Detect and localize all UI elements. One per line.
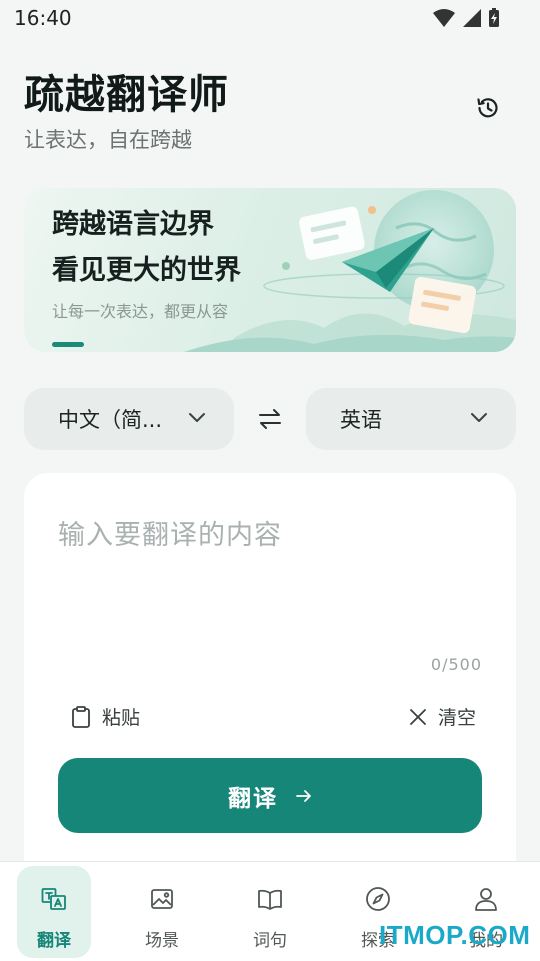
swap-arrows-icon: [259, 409, 281, 429]
nav-item-phrases[interactable]: 词句: [233, 866, 307, 958]
watermark: ITMOP.COM: [379, 920, 531, 950]
clear-label: 清空: [437, 707, 476, 729]
status-time: 16:40: [14, 6, 72, 30]
history-button[interactable]: [470, 90, 506, 126]
translate-button-label: 翻译: [228, 785, 278, 812]
promo-banner[interactable]: 跨越语言边界 看见更大的世界 让每一次表达，都更从容: [24, 188, 516, 352]
translation-input[interactable]: 输入要翻译的内容: [58, 513, 282, 552]
translate-button[interactable]: 翻译: [58, 758, 482, 833]
clear-button[interactable]: 清空: [408, 703, 476, 730]
banner-caption: 让每一次表达，都更从容: [52, 302, 229, 321]
banner-page-indicator: [52, 342, 84, 347]
app-title: 疏越翻译师: [24, 72, 229, 118]
translate-icon: [41, 888, 66, 910]
book-icon: [258, 889, 282, 910]
nav-item-scene[interactable]: 场景: [125, 866, 199, 958]
close-icon: [410, 708, 426, 725]
status-icons: [432, 8, 500, 28]
arrow-right-icon: [296, 789, 311, 802]
nav-label-scene: 场景: [145, 931, 179, 951]
banner-title-line2: 看见更大的世界: [52, 255, 241, 286]
target-language-label: 英语: [340, 408, 382, 432]
swap-languages-button[interactable]: [252, 401, 288, 437]
source-language-label: 中文（简...: [58, 408, 163, 432]
image-icon: [151, 889, 173, 909]
wifi-icon: [433, 9, 455, 27]
app-subtitle: 让表达，自在跨越: [24, 128, 192, 152]
target-language-selector[interactable]: 英语: [306, 388, 516, 450]
character-count: 0/500: [430, 655, 482, 674]
status-bar: 16:40: [0, 0, 540, 34]
battery-charging-icon: [489, 8, 499, 27]
paste-button[interactable]: 粘贴: [70, 703, 140, 730]
paste-label: 粘贴: [102, 707, 141, 729]
compass-icon: [366, 887, 390, 911]
clipboard-icon: [72, 705, 90, 728]
person-icon: [475, 888, 497, 911]
chevron-down-icon: [189, 413, 205, 422]
banner-title-line1: 跨越语言边界: [52, 209, 214, 240]
nav-label-translate: 翻译: [37, 931, 71, 951]
translation-input-card: 输入要翻译的内容 0/500 粘贴 清空 翻译: [24, 473, 516, 893]
source-language-selector[interactable]: 中文（简...: [24, 388, 234, 450]
nav-item-translate[interactable]: 翻译: [17, 866, 91, 958]
nav-label-phrases: 词句: [253, 931, 287, 951]
history-icon: [477, 98, 498, 118]
chevron-down-icon: [471, 413, 487, 422]
cellular-signal-icon: [463, 9, 481, 27]
